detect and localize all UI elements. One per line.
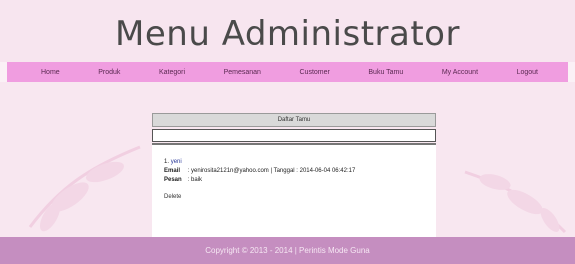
email-value: : yenirosita2121n@yahoo.com | Tanggal : … <box>187 168 356 174</box>
guestbook-heading: Daftar Tamu <box>152 113 436 127</box>
petal-decoration-right <box>464 170 567 234</box>
nav-produk[interactable]: Produk <box>98 69 120 76</box>
entry-name: yeni <box>170 159 182 165</box>
nav-logout[interactable]: Logout <box>517 69 538 76</box>
guestbook-strip <box>152 129 436 142</box>
footer: Copyright © 2013 - 2014 | Perintis Mode … <box>0 237 575 264</box>
nav-buku-tamu[interactable]: Buku Tamu <box>368 69 403 76</box>
nav-kategori[interactable]: Kategori <box>159 69 185 76</box>
petal-decoration-left <box>28 145 141 232</box>
nav-home[interactable]: Home <box>41 69 60 76</box>
nav-my-account[interactable]: My Account <box>442 69 478 76</box>
guestbook-body: 1. yeni Email : yenirosita2121n@yahoo.co… <box>152 143 436 237</box>
guestbook-panel: Daftar Tamu 1. yeni Email : yenirosita21… <box>152 113 436 237</box>
header: Menu Administrator <box>0 0 575 62</box>
message-label: Pesan <box>164 177 182 183</box>
nav-customer[interactable]: Customer <box>300 69 330 76</box>
message-value: : baik <box>187 177 203 183</box>
entry-number: 1. <box>164 159 170 165</box>
delete-link[interactable]: Delete <box>164 194 181 200</box>
email-label: Email <box>164 168 181 174</box>
page-title: Menu Administrator <box>115 14 460 54</box>
nav-pemesanan[interactable]: Pemesanan <box>224 69 261 76</box>
guestbook-entry: 1. yeni Email : yenirosita2121n@yahoo.co… <box>164 158 355 202</box>
main-nav: Home Produk Kategori Pemesanan Customer … <box>7 62 568 82</box>
